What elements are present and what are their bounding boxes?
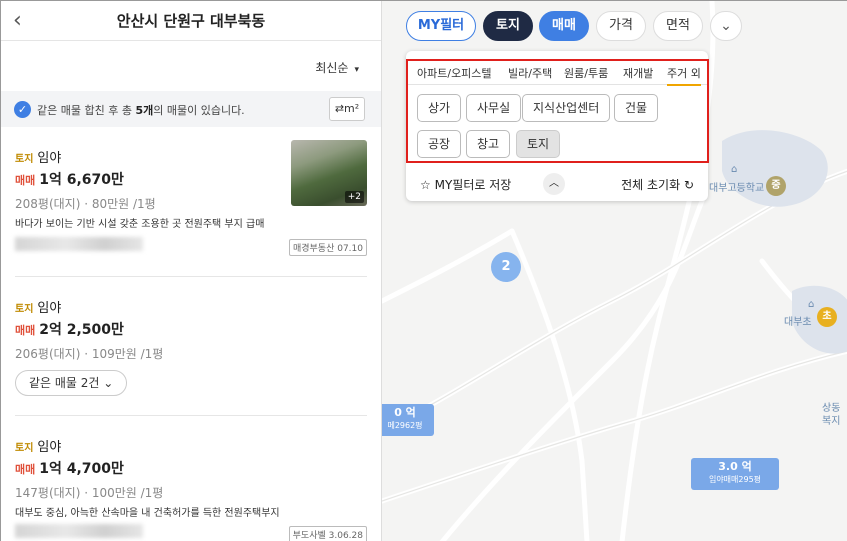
listing-type: 토지 임야 [15, 147, 61, 166]
listing-item[interactable]: 토지 임야 매매 1억 4,700만 147평(대지) · 100만원 /1평 대부… [15, 416, 367, 541]
property-type-dropdown: 아파트/오피스텔 빌라/주택 원룸/투룸 재개발 주거 외 상가 사무실 지식산… [406, 51, 708, 201]
property-type-tabs: 아파트/오피스텔 빌라/주택 원룸/투룸 재개발 주거 외 [406, 51, 708, 86]
map-view[interactable]: MY필터 토지 매매 가격 면적 ⌄ 아파트/오피스텔 빌라/주택 원룸/투룸 … [382, 1, 847, 541]
elementary-school-badge: 초 [817, 307, 837, 327]
listing-price: 매매 2억 2,500만 [15, 319, 124, 339]
chevron-down-icon[interactable]: ⌄ [710, 11, 742, 41]
same-listings-button[interactable]: 같은 매물 2건 ⌄ [15, 370, 128, 396]
map-price-marker[interactable]: 3.0 억 임야매매295평 [691, 458, 779, 490]
merge-text: 같은 매물 합친 후 총 5개의 매물이 있습니다. [37, 102, 245, 118]
price-value: 1억 6,670만 [39, 172, 124, 188]
listing-type: 토지 임야 [15, 436, 61, 455]
marker-value: 3.0 억 [718, 460, 752, 473]
option-warehouse[interactable]: 창고 [466, 130, 511, 158]
merge-count: 5개 [135, 104, 154, 117]
listing-description: 바다가 보이는 기반 시설 갖춘 조용한 곳 전원주택 부지 급매 [15, 219, 265, 230]
marker-sub: 메2962평 [387, 421, 423, 430]
merge-notice: ✓ 같은 매물 합친 후 총 5개의 매물이 있습니다. ⇄m² [1, 91, 381, 127]
listing-tag: 토지 [15, 304, 34, 315]
listing-area: 147평(대지) · 100만원 /1평 [15, 486, 164, 500]
listing-category: 임야 [37, 301, 62, 316]
poi-elementary: 대부초 [784, 317, 812, 328]
merge-suffix: 의 매물이 있습니다. [153, 104, 245, 117]
marker-value: 0 억 [394, 406, 416, 419]
option-building[interactable]: 건물 [614, 94, 659, 122]
deal-type: 매매 [15, 324, 36, 337]
save-my-filter-button[interactable]: ☆ MY필터로 저장 [420, 176, 511, 193]
price-value: 1억 4,700만 [39, 461, 124, 477]
price-value: 2억 2,500만 [39, 322, 124, 338]
caret-down-icon: ▾ [354, 65, 359, 75]
unit-toggle-button[interactable]: ⇄m² [329, 97, 365, 121]
listing-photo[interactable]: +2 [291, 140, 367, 206]
same-listings-label: 같은 매물 2건 [29, 376, 100, 390]
school-icon: ⌂ [808, 299, 815, 310]
price-filter-chip[interactable]: 가격 [596, 11, 646, 41]
blurred-agent [15, 237, 143, 251]
reset-label: 전체 초기화 [621, 178, 681, 192]
listing-area: 206평(대지) · 109만원 /1평 [15, 347, 164, 361]
option-store[interactable]: 상가 [417, 94, 462, 122]
tab-apartment[interactable]: 아파트/오피스텔 [417, 65, 492, 81]
area-filter-chip[interactable]: 면적 [653, 11, 703, 41]
listing-item[interactable]: 토지 임야 매매 2억 2,500만 206평(대지) · 109만원 /1평 같은… [15, 277, 367, 416]
tab-villa[interactable]: 빌라/주택 [508, 65, 552, 81]
tab-oneroom[interactable]: 원룸/투룸 [564, 65, 608, 81]
listing-description: 대부도 중심, 아늑한 산속마을 내 건축허가를 득한 전원주택부지 [15, 508, 280, 519]
source-badge: 부도사벨 3.06.28 [288, 526, 367, 541]
option-office[interactable]: 사무실 [466, 94, 522, 122]
dropdown-footer: ☆ MY필터로 저장 ︿ 전체 초기화 ↻ [406, 165, 708, 201]
panel-header: ‹ 안산시 단원구 대부북동 [1, 1, 381, 41]
middle-school-badge: 중 [766, 176, 786, 196]
map-cluster[interactable]: 2 [491, 252, 521, 282]
listing-tag: 토지 [15, 154, 34, 165]
deal-type: 매매 [15, 463, 36, 476]
merge-prefix: 같은 매물 합친 후 총 [37, 104, 136, 117]
poi-edge-label-2: 복지 [822, 416, 841, 427]
listing-price: 매매 1억 4,700만 [15, 458, 124, 478]
sort-label: 최신순 [315, 61, 349, 75]
star-icon: ☆ [420, 178, 431, 192]
land-type-chip[interactable]: 토지 [483, 11, 533, 41]
listing-area: 208평(대지) · 80만원 /1평 [15, 197, 156, 211]
option-land[interactable]: 토지 [516, 130, 561, 158]
tab-redevelopment[interactable]: 재개발 [623, 65, 653, 81]
my-filter-button[interactable]: MY필터 [406, 11, 476, 41]
listing-price: 매매 1억 6,670만 [15, 169, 124, 189]
refresh-icon: ↻ [683, 178, 694, 192]
photo-count: +2 [344, 191, 364, 203]
source-badge: 매경부동산 07.10 [288, 239, 367, 256]
sort-dropdown[interactable]: 최신순 ▾ [315, 59, 359, 76]
poi-high-school: 대부고등학교 [709, 183, 765, 194]
listing-panel: ‹ 안산시 단원구 대부북동 최신순 ▾ ✓ 같은 매물 합친 후 총 5개의 매… [1, 1, 382, 541]
check-circle-icon[interactable]: ✓ [14, 101, 31, 118]
chevron-down-icon: ⌄ [103, 376, 114, 390]
sort-row: 최신순 ▾ [1, 41, 381, 91]
save-label: MY필터로 저장 [434, 178, 512, 192]
listing-category: 임야 [37, 440, 62, 455]
option-knowledge-center[interactable]: 지식산업센터 [522, 94, 611, 122]
map-price-marker[interactable]: 0 억 메2962평 [382, 404, 434, 436]
marker-sub: 임야매매295평 [708, 475, 762, 484]
reset-all-button[interactable]: 전체 초기화 ↻ [621, 176, 694, 193]
listing-category: 임야 [37, 151, 62, 166]
blurred-agent [15, 524, 143, 538]
page-title: 안산시 단원구 대부북동 [116, 12, 266, 30]
deal-type: 매매 [15, 174, 36, 187]
tab-non-residential[interactable]: 주거 외 [667, 65, 701, 86]
chevron-up-icon[interactable]: ︿ [543, 173, 565, 195]
deal-type-chip[interactable]: 매매 [539, 11, 589, 41]
listing-tag: 토지 [15, 443, 34, 454]
school-icon: ⌂ [731, 164, 738, 175]
listing-type: 토지 임야 [15, 297, 61, 316]
option-factory[interactable]: 공장 [417, 130, 462, 158]
listing-item[interactable]: 토지 임야 매매 1억 6,670만 208평(대지) · 80만원 /1평 바다가… [15, 127, 367, 277]
